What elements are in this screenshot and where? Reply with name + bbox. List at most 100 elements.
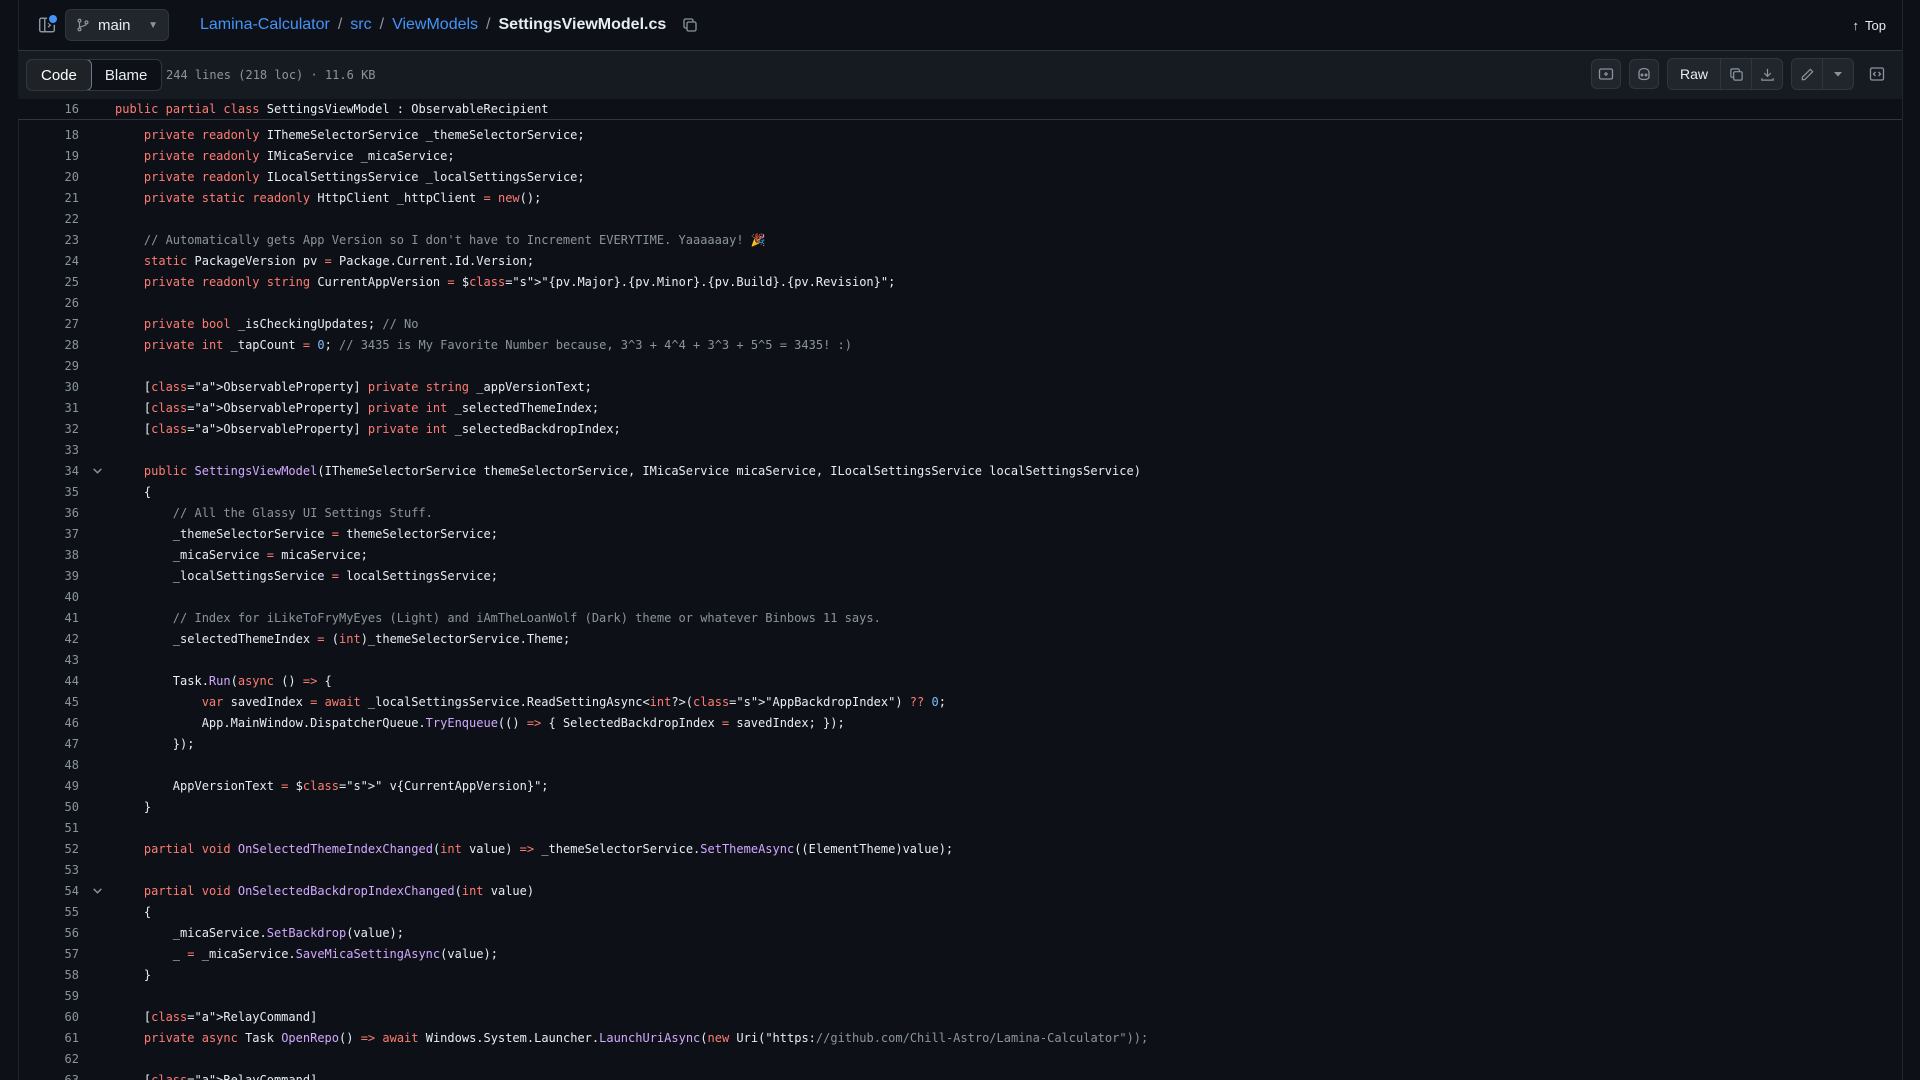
branch-selector-button[interactable]: main ▼ [65,9,169,41]
top-button[interactable]: ↑ Top [1853,0,1886,50]
download-icon[interactable] [1751,59,1782,89]
line-number[interactable]: 63 [18,1073,79,1080]
line-number[interactable]: 53 [18,863,79,877]
line-number[interactable]: 40 [18,590,79,604]
line-number[interactable]: 55 [18,905,79,919]
branch-name: main [98,16,131,34]
tab-code[interactable]: Code [27,60,92,90]
edit-actions-group [1791,58,1854,90]
line-number[interactable]: 42 [18,632,79,646]
line-number[interactable]: 39 [18,569,79,583]
line-number[interactable]: 61 [18,1031,79,1045]
line-number[interactable]: 49 [18,779,79,793]
code-viewer: 18 private readonly IThemeSelectorServic… [18,124,1902,1080]
code-line-text: partial void OnSelectedThemeIndexChanged… [143,841,954,856]
line-number[interactable]: 50 [18,800,79,814]
line-number[interactable]: 48 [18,758,79,772]
git-branch-icon [77,18,89,32]
code-line-text: private readonly IThemeSelectorService _… [143,127,585,142]
file-info: 244 lines (218 loc) · 11.6 KB [166,68,376,82]
line-number[interactable]: 56 [18,926,79,940]
code-line-text: static PackageVersion pv = Package.Curre… [143,253,535,268]
line-number[interactable]: 18 [18,128,79,142]
code-line: 36 // All the Glassy UI Settings Stuff. [18,502,1902,523]
copy-path-icon[interactable] [682,17,698,33]
code-line: 34 public SettingsViewModel(IThemeSelect… [18,460,1902,481]
line-number[interactable]: 32 [18,422,79,436]
line-number[interactable]: 24 [18,254,79,268]
edit-pencil-icon[interactable] [1792,59,1822,89]
code-line-text: _micaService = micaService; [115,547,368,562]
line-number[interactable]: 54 [18,884,79,898]
line-number[interactable]: 60 [18,1010,79,1024]
line-number[interactable]: 26 [18,296,79,310]
chevron-down-icon[interactable] [1822,59,1853,89]
breadcrumb-separator: / [486,16,491,33]
view-mode-toggle: Code Blame [26,59,163,91]
code-line-text: private readonly IMicaService _micaServi… [143,148,455,163]
line-number[interactable]: 37 [18,527,79,541]
line-number[interactable]: 62 [18,1052,79,1066]
line-number[interactable]: 44 [18,674,79,688]
line-number[interactable]: 34 [18,464,79,478]
side-panel-toggle-icon[interactable] [34,13,60,37]
code-line-text: [class="a">ObservableProperty] private i… [115,400,600,415]
chevron-down-icon: ▼ [148,19,158,31]
tab-blame[interactable]: Blame [91,60,162,90]
line-number[interactable]: 41 [18,611,79,625]
line-number[interactable]: 59 [18,989,79,1003]
line-number[interactable]: 36 [18,506,79,520]
line-number[interactable]: 52 [18,842,79,856]
line-number[interactable]: 25 [18,275,79,289]
toolbar-actions: Raw [1590,58,1892,90]
line-number[interactable]: 58 [18,968,79,982]
code-line-text: private readonly ILocalSettingsService _… [143,169,585,184]
code-line: 25 private readonly string CurrentAppVer… [18,271,1902,292]
code-line-text: _ = _micaService.SaveMicaSettingAsync(va… [115,946,498,961]
code-line: 56 _micaService.SetBackdrop(value); [18,922,1902,943]
line-number[interactable]: 19 [18,149,79,163]
code-line: 59 [18,985,1902,1006]
line-number[interactable]: 57 [18,947,79,961]
line-number[interactable]: 22 [18,212,79,226]
line-number[interactable]: 31 [18,401,79,415]
breadcrumb-repo-link[interactable]: Lamina-Calculator [200,16,330,34]
line-number[interactable]: 28 [18,338,79,352]
line-number[interactable]: 45 [18,695,79,709]
copilot-icon[interactable] [1628,59,1659,89]
fold-chevron-icon[interactable] [79,465,115,476]
line-number[interactable]: 27 [18,317,79,331]
code-line: 55 { [18,901,1902,922]
symbols-panel-icon[interactable] [1590,59,1621,89]
breadcrumb-viewmodels-link[interactable]: ViewModels [392,16,478,34]
fold-chevron-icon[interactable] [79,885,115,896]
line-number[interactable]: 30 [18,380,79,394]
line-number[interactable]: 46 [18,716,79,730]
code-line: 45 var savedIndex = await _localSettings… [18,691,1902,712]
code-line: 38 _micaService = micaService; [18,544,1902,565]
code-view-icon[interactable] [1862,59,1892,89]
line-number[interactable]: 29 [18,359,79,373]
code-line: 41 // Index for iLikeToFryMyEyes (Light)… [18,607,1902,628]
top-label: Top [1865,17,1886,33]
raw-button[interactable]: Raw [1668,59,1721,89]
line-number[interactable]: 23 [18,233,79,247]
line-number[interactable]: 35 [18,485,79,499]
line-number[interactable]: 33 [18,443,79,457]
breadcrumb-filename: SettingsViewModel.cs [498,16,667,33]
code-line-text: private readonly string CurrentAppVersio… [143,274,896,289]
code-line: 54 partial void OnSelectedBackdropIndexC… [18,880,1902,901]
line-number[interactable]: 20 [18,170,79,184]
code-line: 48 [18,754,1902,775]
code-line: 30 [class="a">ObservableProperty] privat… [18,376,1902,397]
copy-raw-icon[interactable] [1721,59,1751,89]
line-number[interactable]: 51 [18,821,79,835]
line-number[interactable]: 21 [18,191,79,205]
line-number[interactable]: 43 [18,653,79,667]
line-number[interactable]: 47 [18,737,79,751]
code-line-text: App.MainWindow.DispatcherQueue.TryEnqueu… [115,715,845,730]
breadcrumb-src-link[interactable]: src [350,16,371,34]
line-number[interactable]: 16 [18,102,79,116]
code-line: 21 private static readonly HttpClient _h… [18,187,1902,208]
line-number[interactable]: 38 [18,548,79,562]
